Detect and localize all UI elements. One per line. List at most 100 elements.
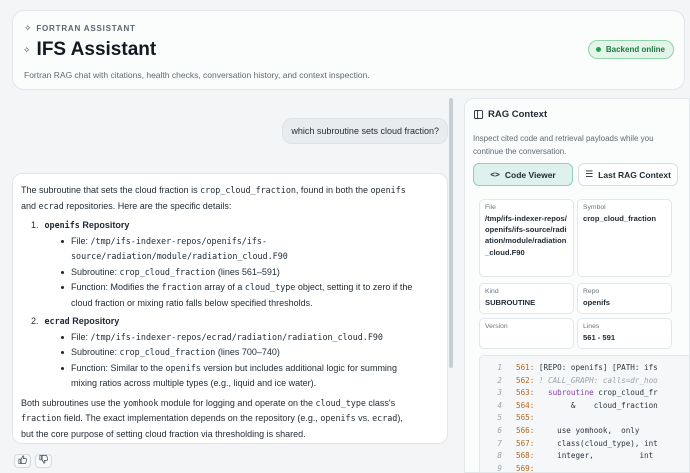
meta-label: Repo [583, 288, 600, 295]
source-line-number: 567: [516, 438, 535, 448]
thumbs-down-icon [39, 455, 48, 464]
assistant-message: The subroutine that sets the cloud fract… [12, 173, 448, 444]
repo-heading: 2. ecrad Repository [31, 314, 439, 330]
text: Subroutine: [71, 266, 120, 277]
repo-details: File: /tmp/ifs-indexer-repos/openifs/ifs… [61, 234, 439, 312]
list-item: Subroutine: crop_cloud_fraction (lines 5… [61, 265, 439, 281]
repo-details: File: /tmp/ifs-indexer-repos/ecrad/radia… [61, 330, 439, 392]
meta-value: SUBROUTINE [485, 298, 536, 307]
tab-code-viewer[interactable]: <> Code Viewer [473, 163, 573, 186]
eyebrow-label: FORTRAN ASSISTANT [36, 24, 136, 33]
code-line: 5 565: [480, 412, 689, 425]
meta-label: Kind [485, 288, 499, 295]
thumbs-down-button[interactable] [35, 454, 52, 468]
list-item: File: /tmp/ifs-indexer-repos/openifs/ifs… [61, 234, 439, 265]
sparkle-icon: ✧ [24, 23, 33, 33]
panel-icon [474, 110, 483, 119]
rag-title-text: RAG Context [488, 109, 548, 120]
text: and [21, 200, 39, 211]
page-title: ✧ IFS Assistant [23, 39, 156, 61]
code-text: use yomhook, only [534, 425, 640, 435]
code-text: integer, int [534, 451, 654, 461]
page-subtitle: Fortran RAG chat with citations, health … [24, 70, 370, 80]
inline-code: fraction [21, 413, 62, 423]
text: field. The exact implementation depends … [61, 413, 321, 423]
line-number: 8 [497, 451, 502, 461]
text: object, setting it to zero if the [295, 282, 413, 292]
text: (lines 561–591) [215, 266, 280, 277]
inline-code: crop_cloud_fraction [119, 266, 216, 277]
list-item: File: /tmp/ifs-indexer-repos/ecrad/radia… [61, 330, 439, 346]
list-icon: ☰ [585, 169, 594, 179]
line-number: 5 [497, 413, 502, 423]
meta-lines: Lines 561 - 591 [577, 318, 672, 349]
meta-value: 561 - 591 [583, 333, 616, 342]
meta-label: Version [485, 323, 508, 330]
chat-scrollbar[interactable] [449, 98, 453, 368]
chat-panel: which subroutine sets cloud fraction? Th… [12, 98, 454, 473]
inline-code: source/radiation/module/radiation_cloud.… [71, 251, 288, 261]
text: version but includes additional logic fo… [200, 362, 397, 373]
code-line: 6 566: use yomhook, only [480, 425, 689, 438]
thumbs-up-button[interactable] [14, 454, 31, 468]
text: (lines 700–740) [215, 347, 280, 357]
status-badge-label: Backend online [605, 45, 665, 54]
code-line: 4 564: & cloud_fraction [480, 400, 689, 413]
app-eyebrow: ✧ FORTRAN ASSISTANT [24, 23, 136, 34]
app-header: ✧ FORTRAN ASSISTANT ✧ IFS Assistant Fort… [12, 10, 685, 90]
code-text: & cloud_fraction [534, 400, 658, 410]
source-line-number: 565: [516, 413, 535, 423]
meta-version: Version [479, 318, 574, 349]
source-line-number: 563: [516, 388, 535, 398]
line-number: 1 [497, 363, 502, 372]
rag-description: Inspect cited code and retrieval payload… [473, 134, 654, 156]
tab-last-rag-context[interactable]: ☰ Last RAG Context [578, 163, 678, 186]
meta-value: crop_cloud_fraction [583, 214, 656, 223]
text: Repository [79, 220, 130, 230]
text: vs. [355, 413, 373, 423]
meta-value: /tmp/ifs-indexer-repos/openifs/ifs-sourc… [485, 214, 567, 257]
text: repositories. Here are the specific deta… [63, 200, 232, 211]
sparkle-icon: ✧ [23, 44, 31, 55]
text: Subroutine: [71, 347, 120, 357]
text: module for logging and operate on the [158, 397, 316, 408]
code-icon: <> [490, 170, 500, 179]
text: Function: Modifies the [71, 282, 162, 292]
line-number: 6 [497, 425, 502, 435]
meta-symbol: Symbol crop_cloud_fraction [577, 199, 672, 277]
code-keyword: subroutine [534, 388, 594, 398]
code-text: [REPO: openifs] [PATH: ifs [534, 363, 658, 372]
code-line: 1 561: [REPO: openifs] [PATH: ifs [480, 362, 689, 375]
feedback-controls [14, 454, 52, 468]
text: Repository [69, 316, 120, 326]
code-viewer[interactable]: 1 561: [REPO: openifs] [PATH: ifs 2 562: !… [479, 355, 689, 472]
code-text: crop_cloud_fr [593, 388, 658, 398]
inline-code: fraction [161, 282, 202, 292]
text: but the core purpose of setting cloud fr… [21, 428, 306, 439]
inline-code: ecrad [372, 413, 398, 423]
assistant-outro: Both subroutines use the yomhook module … [21, 396, 439, 443]
status-badge: Backend online [587, 40, 674, 59]
repo-list: 1. openifs Repository File: /tmp/ifs-ind… [31, 218, 439, 392]
source-line-number: 568: [516, 451, 535, 461]
text: class's [365, 397, 396, 408]
meta-value: openifs [583, 298, 611, 307]
rag-context-panel: RAG Context Inspect cited code and retri… [464, 98, 690, 473]
repo-heading: 1. openifs Repository [31, 218, 439, 234]
assistant-intro: The subroutine that sets the cloud fract… [21, 183, 439, 214]
inline-code: /tmp/ifs-indexer-repos/openifs/ifs- [90, 235, 267, 246]
source-line-number: 564: [516, 400, 535, 410]
code-line: 9 569: [480, 463, 689, 472]
inline-code: yomhook [123, 397, 159, 408]
inline-code: openifs [320, 413, 356, 423]
meta-label: File [485, 204, 496, 211]
text: cloud fraction or mixing ratio falls bel… [71, 297, 313, 308]
repo-name: openifs [44, 220, 80, 230]
line-number: 4 [497, 400, 502, 410]
inline-code: openifs [370, 185, 406, 195]
meta-label: Symbol [583, 204, 606, 211]
text: , found in both the [295, 185, 371, 195]
list-item: Function: Similar to the openifs version… [61, 361, 439, 392]
list-item: Subroutine: crop_cloud_fraction (lines 7… [61, 345, 439, 361]
code-line: 2 562: ! CALL_GRAPH: calls=dr_hoo [480, 375, 689, 388]
